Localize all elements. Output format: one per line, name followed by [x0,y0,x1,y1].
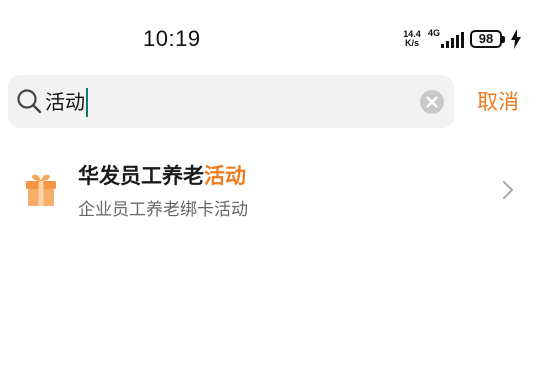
result-title: 华发员工养老活动 [78,162,246,190]
battery-icon: 98 [470,30,505,48]
gift-icon [26,174,56,206]
search-icon [17,89,42,114]
cancel-button[interactable]: 取消 [477,88,519,116]
charging-icon [511,29,521,49]
result-title-highlight: 活动 [204,164,246,188]
network-type: 4G [428,28,441,38]
signal-icon [441,32,464,48]
status-bar: 10:19 14.4 K/s 4G 98 [0,0,540,80]
search-input[interactable]: 活动 [45,89,85,115]
clock-time: 10:19 [143,26,201,51]
network-speed-unit: K/s [404,38,419,48]
search-result-item[interactable] [0,145,540,245]
text-cursor [86,88,88,117]
clear-icon[interactable] [420,90,444,114]
network-speed: 14.4 K/s [400,30,424,48]
result-subtitle: 企业员工养老绑卡活动 [78,200,248,220]
result-title-text: 华发员工养老 [78,164,204,188]
chevron-right-icon [503,181,513,199]
